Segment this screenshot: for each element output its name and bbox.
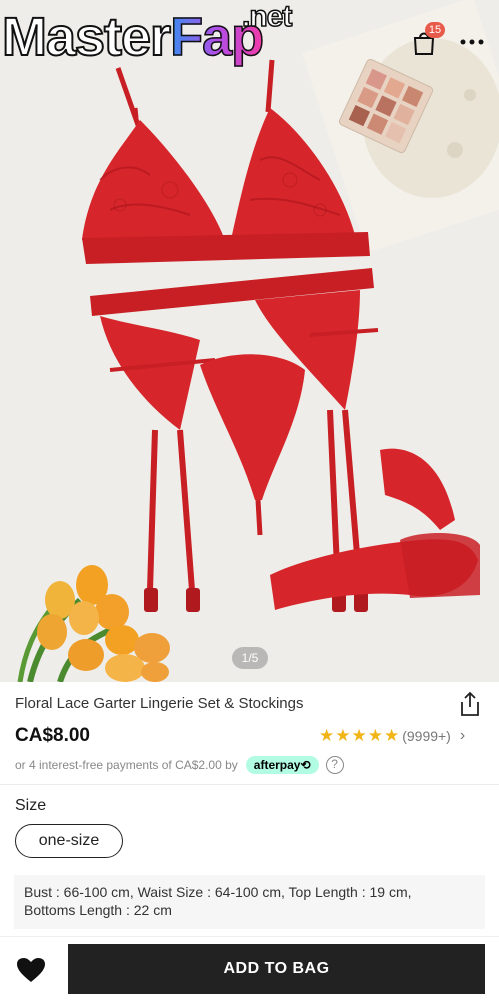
watermark-logo: MasterFap .net — [1, 1, 293, 67]
product-photo — [17, 0, 499, 682]
star-rating-icon: ★★★★★ — [319, 726, 401, 745]
add-to-bag-button[interactable]: ADD TO BAG — [68, 944, 485, 994]
heart-icon — [17, 958, 45, 982]
measurements-line-1: Bust : 66-100 cm, Waist Size : 64-100 cm… — [24, 884, 412, 900]
measurements-line-2: Bottoms Length : 22 cm — [24, 902, 172, 918]
product-price: CA$8.00 — [15, 725, 90, 746]
panty-string — [255, 499, 263, 536]
wishlist-button[interactable] — [16, 957, 46, 983]
watermark-part-1: Master — [1, 7, 172, 67]
divider — [0, 784, 499, 785]
afterpay-badge[interactable]: afterpay⟲ — [245, 756, 319, 774]
review-count: (9999+) — [402, 728, 451, 744]
share-icon — [461, 691, 479, 716]
bra-straps — [115, 59, 275, 126]
product-image[interactable]: MasterFap .net 15 1/5 — [0, 0, 499, 682]
more-options-button[interactable] — [458, 32, 488, 52]
stocking — [270, 448, 480, 610]
more-dots-icon — [460, 39, 484, 45]
watermark-part-3: .net — [241, 0, 293, 33]
installments-info: or 4 interest-free payments of CA$2.00 b… — [15, 756, 344, 774]
panty — [200, 354, 305, 500]
help-icon[interactable]: ? — [325, 756, 344, 774]
bra-cups — [82, 108, 355, 240]
rating-summary[interactable]: ★★★★★ (9999+) › — [319, 726, 465, 746]
cart-count-badge: 15 — [425, 22, 445, 38]
size-measurements: Bust : 66-100 cm, Waist Size : 64-100 cm… — [14, 875, 485, 929]
size-option-one-size[interactable]: one-size — [15, 824, 123, 858]
chevron-right-icon: › — [459, 727, 466, 744]
size-label: Size — [15, 797, 47, 814]
gallery-indicator: 1/5 — [232, 647, 268, 669]
bottom-action-bar: ADD TO BAG — [0, 936, 499, 1000]
installments-text: or 4 interest-free payments of CA$2.00 b… — [15, 758, 238, 772]
product-title: Floral Lace Garter Lingerie Set & Stocki… — [15, 695, 304, 712]
share-button[interactable] — [458, 691, 482, 717]
